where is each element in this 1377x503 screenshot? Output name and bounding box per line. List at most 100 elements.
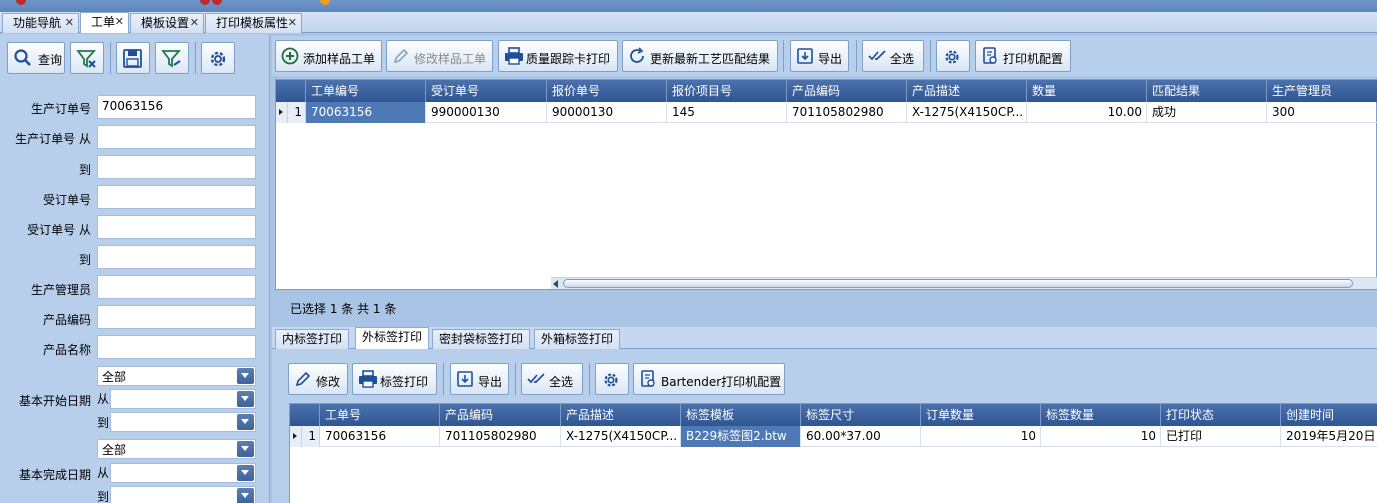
clear-filter-icon: [76, 50, 96, 68]
tab-work-order[interactable]: 工单 ✕: [80, 12, 129, 33]
col-header[interactable]: 标签模板: [681, 404, 801, 426]
col-header[interactable]: 标签数量: [1041, 404, 1161, 426]
finish-date-mode-select[interactable]: 全部: [97, 439, 256, 459]
close-icon[interactable]: ✕: [288, 14, 297, 32]
printer-icon: [359, 370, 377, 388]
scroll-left-icon[interactable]: [553, 280, 558, 288]
tab-function-nav[interactable]: 功能导航 ✕: [2, 13, 79, 33]
chevron-down-icon[interactable]: [237, 488, 254, 503]
tab-print-template-props[interactable]: 打印模板属性 ✕: [205, 13, 302, 33]
clear-filter-button[interactable]: [70, 42, 104, 74]
col-header[interactable]: 匹配结果: [1147, 80, 1267, 102]
printer-config-button[interactable]: 打印机配置: [975, 40, 1071, 72]
search-icon: [14, 49, 31, 66]
gear-icon: [945, 50, 959, 64]
update-process-match-button[interactable]: 更新最新工艺匹配结果: [622, 40, 778, 72]
col-header[interactable]: 生产管理员: [1267, 80, 1377, 102]
tab-inner-label-print[interactable]: 内标签打印: [275, 329, 350, 349]
col-header[interactable]: 工单编号: [306, 80, 426, 102]
col-header[interactable]: 工单号: [320, 404, 440, 426]
quality-card-print-button[interactable]: 质量跟踪卡打印: [498, 40, 618, 72]
toolbar-separator: [515, 363, 516, 395]
chevron-down-icon[interactable]: [237, 391, 254, 407]
col-header[interactable]: 报价单号: [547, 80, 667, 102]
finish-date-to-select[interactable]: [110, 486, 256, 503]
save-icon: [123, 49, 142, 68]
start-date-to-select[interactable]: [110, 412, 256, 432]
prod-order-from-input[interactable]: [97, 125, 256, 149]
printer-icon: [505, 47, 523, 65]
toolbar-separator: [195, 42, 196, 74]
product-code-input[interactable]: [97, 305, 256, 329]
work-order-grid: 工单编号 受订单号 报价单号 报价项目号 产品编码 产品描述 数量 匹配结果 生…: [275, 79, 1377, 290]
filter-panel: 查询 生产订单号 70063156 生产订单号 从 到 受订单号 受订单号 从 …: [0, 34, 270, 503]
label-print-button[interactable]: 标签打印: [352, 363, 437, 395]
label-export-button[interactable]: 导出: [450, 363, 509, 395]
add-sample-order-button[interactable]: 添加样品工单: [275, 40, 382, 72]
col-header[interactable]: 标签尺寸: [801, 404, 921, 426]
col-header[interactable]: 打印状态: [1161, 404, 1281, 426]
pencil-icon: [393, 48, 409, 64]
scrollbar-thumb[interactable]: [563, 279, 1353, 288]
sales-order-from-input[interactable]: [97, 215, 256, 239]
refresh-icon: [630, 47, 644, 63]
chevron-down-icon[interactable]: [237, 368, 254, 384]
apply-filter-button[interactable]: [155, 42, 189, 74]
bartender-config-button[interactable]: Bartender打印机配置: [633, 363, 785, 395]
tab-outer-label-print[interactable]: 外标签打印: [355, 327, 430, 350]
label-toolbar: 修改 标签打印 导出 全选 Bartender打印机配置: [272, 359, 1377, 399]
export-icon: [797, 48, 813, 64]
query-button[interactable]: 查询: [7, 42, 65, 74]
tab-sealed-bag-label-print[interactable]: 密封袋标签打印: [432, 329, 531, 349]
toolbar-separator: [930, 40, 931, 72]
settings-button[interactable]: [936, 40, 970, 72]
gear-icon: [210, 51, 226, 67]
document-tab-bar: 功能导航 ✕ 工单 ✕ 模板设置 ✕ 打印模板属性 ✕: [0, 12, 1377, 33]
col-header[interactable]: 产品描述: [907, 80, 1027, 102]
chevron-down-icon[interactable]: [237, 441, 254, 457]
close-icon[interactable]: ✕: [65, 14, 74, 32]
sales-order-to-input[interactable]: [97, 245, 256, 269]
row-indicator-icon: [276, 102, 288, 123]
select-all-button[interactable]: 全选: [862, 40, 924, 72]
edit-sample-order-button[interactable]: 修改样品工单: [386, 40, 493, 72]
chevron-down-icon[interactable]: [237, 414, 254, 430]
prod-order-to-input[interactable]: [97, 155, 256, 179]
col-header[interactable]: 产品编码: [787, 80, 907, 102]
edit-button[interactable]: 修改: [288, 363, 348, 395]
row-indicator-icon: [290, 426, 302, 447]
selection-status: 已选择 1 条 共 1 条: [290, 302, 397, 316]
table-row[interactable]: 1 70063156 990000130 90000130 145 701105…: [276, 102, 1377, 123]
horizontal-scrollbar[interactable]: [551, 277, 1377, 289]
start-date-mode-select[interactable]: 全部: [97, 366, 256, 386]
col-header[interactable]: 数量: [1027, 80, 1147, 102]
double-check-icon: [527, 373, 545, 384]
col-header[interactable]: 创建时间: [1281, 404, 1377, 426]
tab-template-settings[interactable]: 模板设置 ✕: [130, 13, 204, 33]
label-select-all-button[interactable]: 全选: [521, 363, 583, 395]
sales-order-input[interactable]: [97, 185, 256, 209]
close-icon[interactable]: ✕: [115, 13, 124, 31]
start-date-from-select[interactable]: [110, 389, 256, 409]
close-icon[interactable]: ✕: [190, 14, 199, 32]
label-settings-button[interactable]: [595, 363, 629, 395]
save-filter-button[interactable]: [116, 42, 150, 74]
table-row[interactable]: 1 70063156 701105802980 X-1275(X4150CP..…: [290, 426, 1377, 447]
col-header[interactable]: 产品描述: [561, 404, 681, 426]
tab-carton-label-print[interactable]: 外箱标签打印: [534, 329, 621, 349]
prod-manager-input[interactable]: [97, 275, 256, 299]
settings-button[interactable]: [201, 42, 235, 74]
toolbar-separator: [589, 363, 590, 395]
export-button[interactable]: 导出: [790, 40, 849, 72]
col-header[interactable]: 产品编码: [440, 404, 561, 426]
prod-order-input[interactable]: 70063156: [97, 95, 256, 119]
col-header[interactable]: 订单数量: [921, 404, 1041, 426]
app-logo-icon: [16, 0, 26, 5]
label-tab-bar: 内标签打印 外标签打印 密封袋标签打印 外箱标签打印: [272, 327, 1377, 350]
printer-config-icon: [641, 370, 655, 387]
product-name-input[interactable]: [97, 335, 256, 359]
col-header[interactable]: 报价项目号: [667, 80, 787, 102]
col-header[interactable]: 受订单号: [426, 80, 547, 102]
finish-date-from-select[interactable]: [110, 463, 256, 483]
chevron-down-icon[interactable]: [237, 465, 254, 481]
